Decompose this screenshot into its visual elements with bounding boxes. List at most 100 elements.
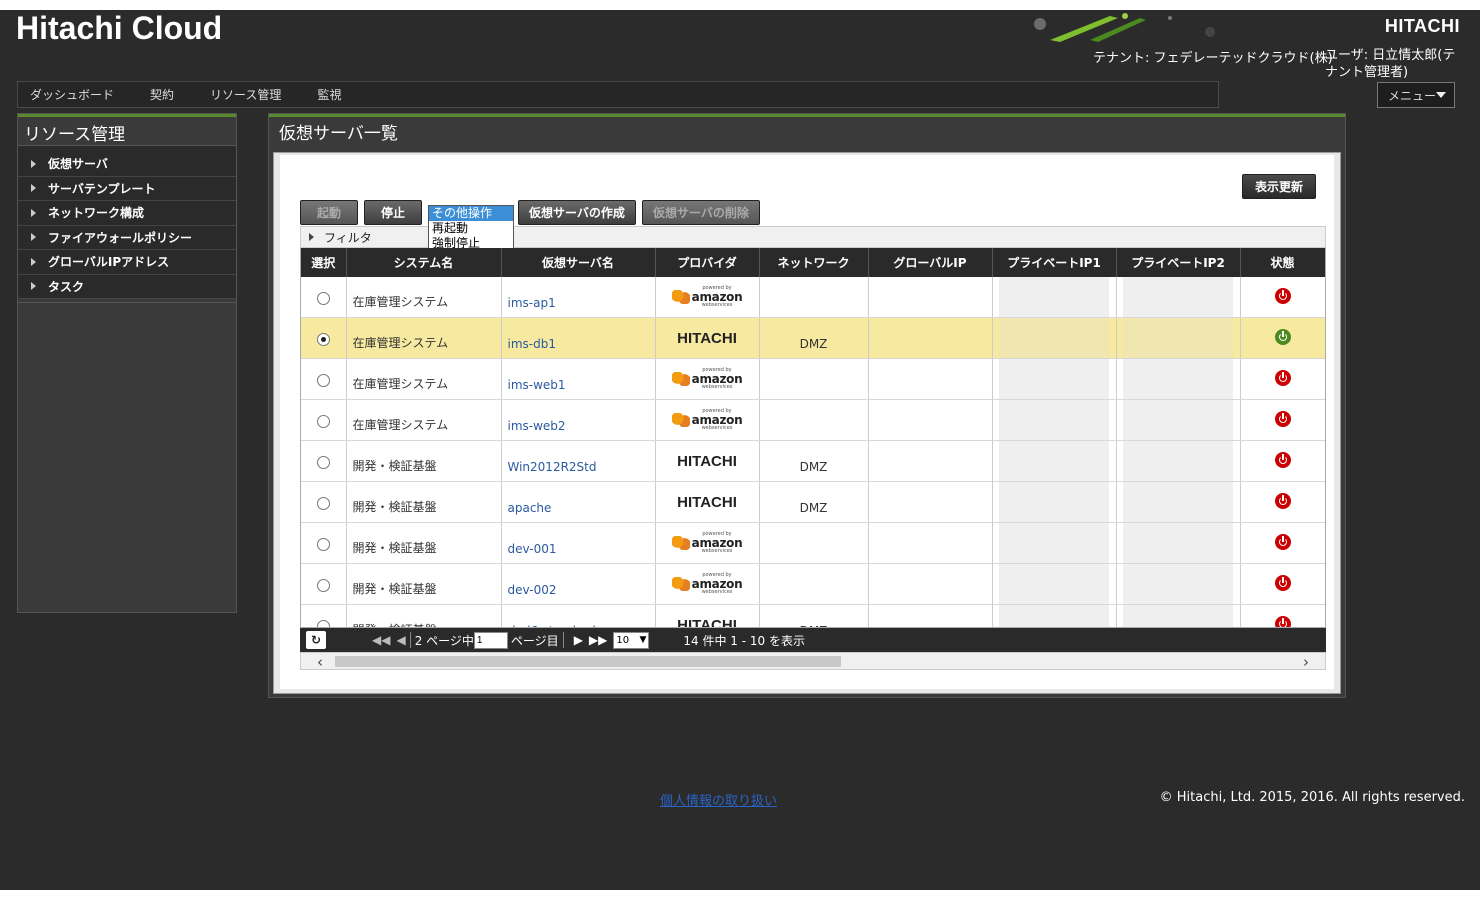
global-ip-cell (868, 604, 993, 627)
sidebar-item-task[interactable]: タスク (18, 275, 236, 299)
private-ip2-cell (1116, 277, 1241, 318)
global-ip-cell (868, 399, 993, 441)
power-stopped-icon (1274, 287, 1291, 304)
power-stopped-icon (1274, 533, 1291, 550)
row-radio[interactable] (316, 415, 330, 428)
server-name-link[interactable]: dev-001 (501, 522, 656, 564)
next-page-icon[interactable]: ▶ (574, 633, 583, 647)
system-name-cell: 開発・検証基盤 (346, 481, 502, 523)
redacted-value (1123, 277, 1233, 317)
nav-resource-management[interactable]: リソース管理 (210, 86, 281, 103)
sidebar-item-global-ip[interactable]: グローバルIPアドレス (18, 250, 236, 275)
row-radio[interactable] (316, 497, 330, 510)
start-button[interactable]: 起動 (300, 200, 358, 225)
global-ip-cell (868, 440, 993, 482)
system-name-cell: 在庫管理システム (346, 358, 502, 400)
sidebar-item-label: ネットワーク構成 (48, 206, 145, 221)
col-global-ip[interactable]: グローバルIP (868, 248, 993, 277)
content-inner: 表示更新 起動 停止 仮想サーバの作成 仮想サーバの削除 フィルタ その他操作 … (280, 155, 1334, 689)
power-stopped-icon (1274, 615, 1291, 627)
row-radio[interactable] (316, 292, 330, 305)
refresh-icon[interactable]: ↻ (306, 631, 326, 649)
sidebar: リソース管理 仮想サーバ サーバテンプレート ネットワーク構成 ファイアウォール… (17, 113, 237, 613)
row-radio[interactable] (316, 579, 330, 592)
pager-divider (409, 632, 411, 648)
row-radio[interactable] (316, 333, 330, 346)
server-name-link[interactable]: apache (501, 481, 656, 523)
col-system-name[interactable]: システム名 (346, 248, 502, 277)
table-row[interactable]: 開発・検証基盤 dev-001 powered by amazon webservice… (301, 522, 1325, 564)
private-ip2-cell (1116, 481, 1241, 523)
table-row[interactable]: 開発・検証基盤 Win2012R2Std HITACHI DMZ (301, 440, 1325, 482)
table-row[interactable]: 在庫管理システム ims-db1 HITACHI DMZ (301, 317, 1325, 359)
scroll-left-icon[interactable]: ‹ (317, 653, 323, 671)
col-provider[interactable]: プロバイダ (655, 248, 760, 277)
scroll-right-icon[interactable]: › (1303, 653, 1309, 671)
prev-page-icon[interactable]: ◀ (396, 633, 405, 647)
power-stopped-icon (1274, 492, 1291, 509)
col-select[interactable]: 選択 (301, 248, 347, 277)
sidebar-item-server-template[interactable]: サーバテンプレート (18, 177, 236, 201)
sidebar-item-label: グローバルIPアドレス (48, 255, 170, 270)
nav-monitoring[interactable]: 監視 (317, 86, 341, 103)
row-radio[interactable] (316, 374, 330, 387)
table-row[interactable]: 在庫管理システム ims-web1 powered by amazon webservi… (301, 358, 1325, 400)
sidebar-item-firewall-policy[interactable]: ファイアウォールポリシー (18, 226, 236, 250)
power-stopped-icon (1274, 451, 1291, 468)
server-name-link[interactable]: ims-web1 (501, 358, 656, 400)
delete-server-button[interactable]: 仮想サーバの削除 (642, 200, 760, 225)
pager-divider (562, 632, 564, 648)
table-row[interactable]: 開発・検証基盤 dev-002 powered by amazon webservice… (301, 563, 1325, 605)
horizontal-scrollbar[interactable]: ‹ › (300, 652, 1326, 671)
last-page-icon[interactable]: ▶▶ (589, 633, 607, 647)
privacy-link[interactable]: 個人情報の取り扱い (660, 790, 777, 809)
refresh-view-button[interactable]: 表示更新 (1242, 174, 1316, 199)
global-ip-cell (868, 317, 993, 359)
nav-contract[interactable]: 契約 (150, 86, 174, 103)
row-radio[interactable] (316, 620, 330, 627)
server-name-link[interactable]: ims-db1 (501, 317, 656, 359)
sidebar-item-network-config[interactable]: ネットワーク構成 (18, 201, 236, 226)
hitachi-provider-logo: HITACHI (677, 493, 737, 511)
menu-button[interactable]: メニュー (1377, 82, 1455, 108)
provider-cell: powered by amazon webservices (655, 522, 760, 564)
dropdown-item-restart[interactable]: 再起動 (429, 221, 513, 236)
scrollbar-thumb[interactable] (335, 656, 841, 667)
col-server-name[interactable]: 仮想サーバ名 (501, 248, 656, 277)
private-ip2-cell (1116, 604, 1241, 627)
col-private-ip1[interactable]: プライベートIP1 (992, 248, 1117, 277)
provider-cell: powered by amazon webservices (655, 563, 760, 605)
create-server-button[interactable]: 仮想サーバの作成 (518, 200, 636, 225)
col-state[interactable]: 状態 (1240, 248, 1325, 277)
brand-title: Hitachi Cloud (16, 10, 223, 46)
stop-button[interactable]: 停止 (364, 200, 422, 225)
select-cell (301, 399, 347, 441)
table-row[interactable]: 在庫管理システム ims-web2 powered by amazon webservi… (301, 399, 1325, 441)
select-cell (301, 604, 347, 627)
redacted-value (999, 318, 1109, 358)
page-size-value: 10 (616, 634, 630, 646)
table-row[interactable]: 開発・検証基盤rhel6-standard HITACHI DMZ (301, 604, 1325, 627)
row-radio[interactable] (316, 456, 330, 469)
redacted-value (999, 564, 1109, 604)
network-cell: DMZ (759, 604, 869, 627)
sidebar-item-virtual-server[interactable]: 仮想サーバ (18, 152, 236, 177)
server-name-link[interactable]: dev-002 (501, 563, 656, 605)
server-name-link[interactable]: ims-web2 (501, 399, 656, 441)
dropdown-item-other[interactable]: その他操作 (429, 206, 513, 221)
server-name-link[interactable]: rhel6-standard (501, 604, 656, 627)
col-private-ip2[interactable]: プライベートIP2 (1116, 248, 1241, 277)
power-stopped-icon (1274, 369, 1291, 386)
private-ip1-cell (992, 317, 1117, 359)
table-row[interactable]: 開発・検証基盤 apache HITACHI DMZ (301, 481, 1325, 523)
page-number-input[interactable] (473, 631, 508, 649)
page-size-select[interactable]: 10 ▼ (613, 631, 650, 649)
server-name-link[interactable]: Win2012R2Std (501, 440, 656, 482)
nav-dashboard[interactable]: ダッシュボード (30, 86, 114, 103)
row-radio[interactable] (316, 538, 330, 551)
table-row[interactable]: 在庫管理システム ims-ap1 powered by amazon webservic… (301, 277, 1325, 318)
first-page-icon[interactable]: ◀◀ (372, 633, 390, 647)
col-network[interactable]: ネットワーク (759, 248, 869, 277)
provider-cell: HITACHI (655, 440, 760, 482)
server-name-link[interactable]: ims-ap1 (501, 277, 656, 318)
